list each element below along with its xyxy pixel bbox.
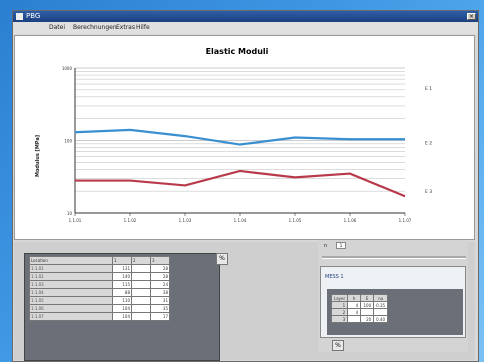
chart-panel: 1000 100 10 1.1.01 1.1.02 1.1.03 1.1.04 1.1.05 1… xyxy=(14,35,475,240)
table-cell[interactable] xyxy=(131,312,151,321)
table-row[interactable]: 24 xyxy=(330,308,389,316)
table-cell[interactable]: 24 xyxy=(150,280,170,289)
table-cell[interactable] xyxy=(360,308,375,316)
column-header-e[interactable]: E xyxy=(360,294,375,302)
table-cell[interactable] xyxy=(373,308,389,316)
y-tick-label: 10 xyxy=(67,211,73,216)
window-title: PBG xyxy=(26,12,41,20)
series-label: E 2 xyxy=(425,141,432,147)
elastic-moduli-chart: 1000 100 10 1.1.01 1.1.02 1.1.03 1.1.04 1.1.05 1… xyxy=(35,47,432,223)
x-tick-label: 1.1.06 xyxy=(344,218,357,223)
table-cell[interactable]: 140 xyxy=(112,272,132,281)
menu-item-datei[interactable]: Datei xyxy=(49,22,65,34)
chart-title: Elastic Moduli xyxy=(206,47,269,56)
row-label: 1.1.03 xyxy=(29,280,113,289)
menu-bar: Datei Berechnungen Extras Hilfe xyxy=(13,22,478,34)
menu-item-hilfe[interactable]: Hilfe xyxy=(136,22,150,34)
x-tick-label: 1.1.02 xyxy=(124,218,137,223)
table-row[interactable]: 1.1.07 104 17 xyxy=(29,312,170,321)
row-label: 1.1.05 xyxy=(29,296,113,305)
table-cell[interactable]: 38 xyxy=(150,288,170,297)
table-cell[interactable]: 4 xyxy=(347,301,362,309)
close-icon[interactable]: × xyxy=(467,13,476,20)
row-label: 3 xyxy=(330,315,349,323)
column-header-layer[interactable]: Layer xyxy=(330,294,349,302)
column-header-location[interactable]: Location xyxy=(29,256,113,265)
table-row[interactable]: 1.1.03 115 24 xyxy=(29,280,170,289)
layer-panel: n 1 MESS 1 Layer h E nu 1 4 100 0.35 2 4 3 20 0.… xyxy=(318,240,468,352)
column-header-2[interactable]: 2 xyxy=(131,256,151,265)
row-label: 2 xyxy=(330,308,349,316)
table-row[interactable]: 1.1.05 110 31 xyxy=(29,296,170,305)
table-cell[interactable]: 20 xyxy=(360,315,375,323)
table-cell[interactable] xyxy=(131,272,151,281)
series-label: E 1 xyxy=(425,86,432,92)
menu-item-berechnungen[interactable]: Berechnungen xyxy=(73,22,117,34)
chart-update-button[interactable]: % xyxy=(216,253,228,265)
table-cell[interactable]: 0.40 xyxy=(373,315,389,323)
series-line-1 xyxy=(74,128,405,146)
layer-table: Layer h E nu 1 4 100 0.35 2 4 3 20 0.40 xyxy=(330,294,389,323)
table-cell[interactable] xyxy=(131,288,151,297)
x-tick-label: 1.1.07 xyxy=(399,218,412,223)
divider xyxy=(322,256,466,259)
table-cell[interactable]: 28 xyxy=(150,272,170,281)
table-cell[interactable]: 131 xyxy=(112,264,132,273)
row-label: 1.1.07 xyxy=(29,312,113,321)
series-label: E 3 xyxy=(425,189,432,195)
column-header-3[interactable]: 3 xyxy=(150,256,170,265)
menu-item-extras[interactable]: Extras xyxy=(116,22,135,34)
y-tick-label: 100 xyxy=(64,139,72,144)
table-cell[interactable]: 35 xyxy=(150,304,170,313)
table-cell[interactable]: 31 xyxy=(150,296,170,305)
table-cell[interactable] xyxy=(347,315,362,323)
table-cell[interactable] xyxy=(131,296,151,305)
title-bar[interactable]: PBG × xyxy=(13,11,478,22)
column-header-h[interactable]: h xyxy=(347,294,362,302)
layer-count-input[interactable]: 1 xyxy=(336,242,346,249)
measurement-header: MESS 1 xyxy=(325,274,344,280)
table-row[interactable]: 1.1.06 104 35 xyxy=(29,304,170,313)
values-grid-panel: Location 1 2 3 1.1.01 131 28 1.1.02 140 28 1.1… xyxy=(24,253,220,361)
x-tick-label: 1.1.05 xyxy=(289,218,302,223)
column-header-1[interactable]: 1 xyxy=(112,256,132,265)
table-row[interactable]: 1.1.04 88 38 xyxy=(29,288,170,297)
table-cell[interactable]: 115 xyxy=(112,280,132,289)
table-cell[interactable]: 104 xyxy=(112,304,132,313)
layer-count-label: n xyxy=(324,243,328,249)
table-cell[interactable]: 4 xyxy=(347,308,362,316)
table-cell[interactable]: 88 xyxy=(112,288,132,297)
table-cell[interactable]: 0.35 xyxy=(373,301,389,309)
measurement-box: MESS 1 Layer h E nu 1 4 100 0.35 2 4 3 20 0.40 xyxy=(320,266,466,338)
app-icon xyxy=(16,13,23,20)
table-row[interactable]: 1.1.01 131 28 xyxy=(29,264,170,273)
series-line-2 xyxy=(75,169,406,198)
row-label: 1.1.02 xyxy=(29,272,113,281)
y-tick-label: 1000 xyxy=(62,66,73,71)
y-axis-title: Modulus [MPa] xyxy=(35,135,41,177)
row-label: 1 xyxy=(330,301,349,309)
table-cell[interactable] xyxy=(131,304,151,313)
calculate-button[interactable]: % xyxy=(332,340,344,351)
table-cell[interactable]: 17 xyxy=(150,312,170,321)
column-header-nu[interactable]: nu xyxy=(373,294,389,302)
x-tick-label: 1.1.03 xyxy=(179,218,192,223)
table-row[interactable]: 1 4 100 0.35 xyxy=(330,301,389,309)
table-cell[interactable] xyxy=(131,264,151,273)
row-label: 1.1.06 xyxy=(29,304,113,313)
table-row[interactable]: 3 20 0.40 xyxy=(330,315,389,323)
table-cell[interactable]: 28 xyxy=(150,264,170,273)
table-cell[interactable] xyxy=(131,280,151,289)
table-cell[interactable]: 100 xyxy=(360,301,375,309)
x-tick-label: 1.1.04 xyxy=(234,218,247,223)
row-label: 1.1.04 xyxy=(29,288,113,297)
table-cell[interactable]: 110 xyxy=(112,296,132,305)
row-label: 1.1.01 xyxy=(29,264,113,273)
table-cell[interactable]: 104 xyxy=(112,312,132,321)
x-tick-label: 1.1.01 xyxy=(69,218,82,223)
values-table: Location 1 2 3 1.1.01 131 28 1.1.02 140 28 1.1… xyxy=(29,256,170,321)
table-row[interactable]: 1.1.02 140 28 xyxy=(29,272,170,281)
